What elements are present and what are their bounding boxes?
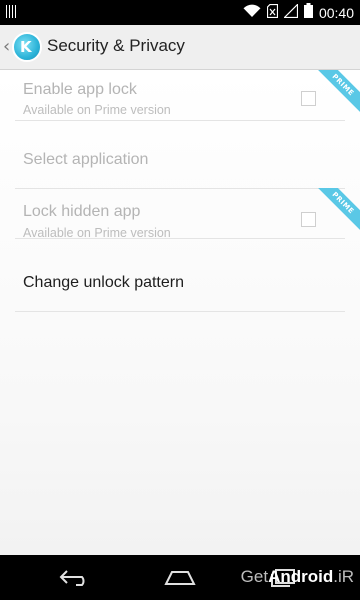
navigation-bar: GetAndroid.iR (0, 555, 360, 600)
prime-badge: PRIME (312, 188, 360, 236)
pref-title: Change unlock pattern (23, 274, 184, 291)
pref-enable-app-lock[interactable]: Enable app lock Available on Prime versi… (15, 70, 360, 121)
preferences-list: Enable app lock Available on Prime versi… (0, 70, 360, 555)
back-icon[interactable] (58, 569, 92, 592)
pref-title: Enable app lock (23, 81, 137, 98)
app-logo-icon[interactable]: K (12, 32, 42, 62)
action-bar: ‹ K Security & Privacy (0, 25, 360, 70)
watermark: GetAndroid.iR (240, 567, 354, 586)
pref-lock-hidden-app[interactable]: Lock hidden app Available on Prime versi… (15, 188, 360, 240)
chevron-left-icon[interactable]: ‹ (3, 36, 10, 57)
page-title: Security & Privacy (47, 36, 185, 55)
wifi-icon (243, 4, 261, 23)
home-icon[interactable] (162, 569, 198, 592)
pref-change-unlock-pattern[interactable]: Change unlock pattern (15, 238, 345, 312)
notification-icon (6, 5, 16, 18)
pref-title: Select application (23, 151, 149, 168)
pref-select-application[interactable]: Select application (15, 140, 345, 189)
battery-icon (303, 3, 313, 23)
no-sim-icon (266, 3, 279, 23)
status-bar: 00:40 (0, 0, 360, 25)
prime-badge: PRIME (312, 70, 360, 118)
pref-summary: Available on Prime version (23, 103, 171, 117)
pref-title: Lock hidden app (23, 203, 141, 220)
status-time: 00:40 (318, 5, 354, 21)
signal-icon (283, 2, 299, 23)
